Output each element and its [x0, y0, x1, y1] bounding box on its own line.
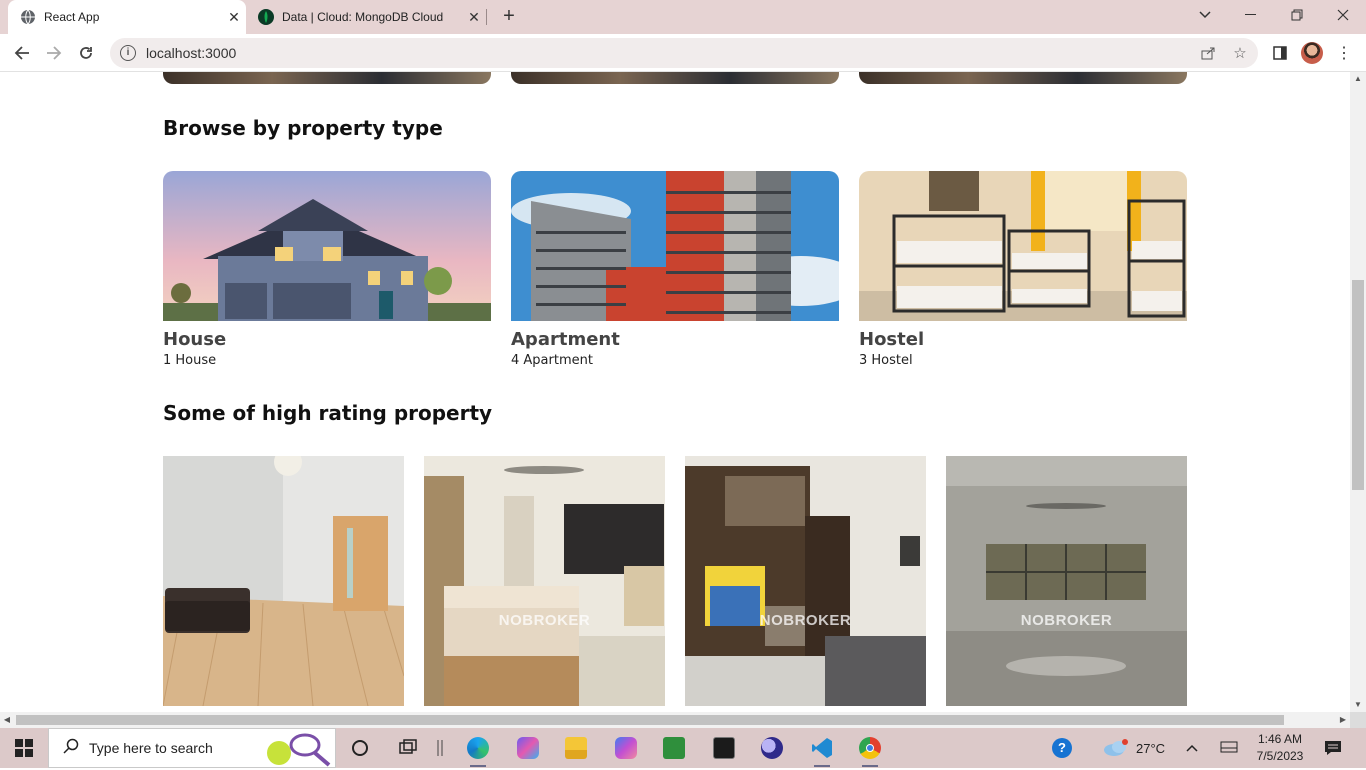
tab-search-icon[interactable] — [1182, 0, 1228, 30]
high-rating-card[interactable]: NOBROKER — [685, 456, 926, 706]
high-rating-card[interactable]: NOBROKER — [424, 456, 665, 706]
share-icon[interactable] — [1196, 38, 1220, 68]
menu-kebab-icon[interactable]: ⋮ — [1330, 39, 1358, 67]
high-rating-card[interactable] — [163, 456, 404, 706]
horizontal-scroll-thumb[interactable] — [16, 715, 1284, 725]
copilot-alt-icon[interactable] — [606, 732, 646, 764]
high-rating-heading: Some of high rating property — [163, 401, 493, 425]
apartment-photo — [511, 171, 839, 321]
property-type-card-apartment[interactable]: Apartment 4 Apartment — [511, 171, 839, 368]
property-type-count: 3 Hostel — [859, 353, 913, 368]
clock-time: 1:46 AM — [1257, 732, 1303, 746]
scroll-right-arrow-icon[interactable]: ▶ — [1336, 712, 1350, 728]
property-type-count: 4 Apartment — [511, 353, 593, 368]
property-type-count: 1 House — [163, 353, 217, 368]
page-content: Browse by property type House 1 House Ap… — [0, 72, 1350, 712]
weather-temperature: 27°C — [1136, 740, 1166, 756]
property-type-card-house[interactable]: House 1 House — [163, 171, 491, 368]
new-tab-button[interactable]: + — [498, 5, 520, 27]
copilot-icon[interactable] — [508, 732, 548, 764]
weather-widget[interactable]: 27°C — [1102, 728, 1165, 768]
tennis-racket-icon — [265, 731, 331, 770]
property-type-card-hostel[interactable]: Hostel 3 Hostel — [859, 171, 1187, 368]
back-button[interactable] — [8, 39, 36, 67]
featured-image-3[interactable] — [859, 72, 1187, 84]
display-icon[interactable] — [1220, 728, 1238, 768]
vscode-icon[interactable] — [802, 732, 842, 767]
horizontal-scrollbar[interactable]: ◀ ▶ — [0, 712, 1350, 728]
scrollbar-corner — [1350, 712, 1366, 728]
profile-avatar[interactable] — [1298, 39, 1326, 67]
clock-date: 7/5/2023 — [1256, 749, 1304, 763]
edge-icon[interactable] — [458, 732, 498, 767]
file-explorer-icon[interactable] — [556, 732, 596, 764]
start-button[interactable] — [0, 728, 48, 768]
tab-title: Data | Cloud: MongoDB Cloud — [282, 10, 444, 24]
tab-strip: React App ✕ Data | Cloud: MongoDB Cloud … — [0, 0, 1366, 34]
chart-app-icon[interactable] — [654, 732, 694, 764]
hostel-photo — [859, 171, 1187, 321]
nobroker-watermark: NOBROKER — [1020, 612, 1113, 629]
reload-button[interactable] — [72, 39, 100, 67]
browser-toolbar: i localhost:3000 ☆ ⋮ — [0, 34, 1366, 72]
windows-logo-icon — [15, 739, 33, 757]
taskbar-search-box[interactable]: Type here to search — [48, 728, 336, 768]
minimize-button[interactable] — [1228, 0, 1274, 30]
scroll-left-arrow-icon[interactable]: ◀ — [0, 712, 14, 728]
url-text[interactable]: localhost:3000 — [146, 45, 236, 61]
close-tab-icon[interactable]: ✕ — [462, 9, 486, 26]
property-type-name: House — [163, 329, 227, 350]
tab-mongodb[interactable]: Data | Cloud: MongoDB Cloud ✕ — [250, 0, 486, 34]
cortana-icon[interactable] — [340, 732, 380, 764]
scroll-down-arrow-icon[interactable]: ▼ — [1350, 698, 1366, 712]
show-hidden-icons-icon[interactable] — [1186, 728, 1198, 768]
tab-title: React App — [44, 10, 100, 24]
help-icon[interactable]: ? — [1052, 728, 1072, 768]
site-info-icon[interactable]: i — [120, 45, 136, 61]
system-clock[interactable]: 1:46 AM 7/5/2023 — [1250, 731, 1310, 765]
side-panel-icon[interactable] — [1266, 39, 1294, 67]
nobroker-watermark: NOBROKER — [759, 612, 852, 629]
bookmark-star-icon[interactable]: ☆ — [1228, 38, 1252, 68]
vertical-scrollbar[interactable]: ▲ ▼ — [1350, 72, 1366, 712]
terminal-icon[interactable] — [704, 732, 744, 764]
close-window-button[interactable] — [1320, 0, 1366, 30]
room-wardrobe-photo — [685, 456, 926, 706]
chrome-icon[interactable] — [850, 732, 890, 767]
scroll-up-arrow-icon[interactable]: ▲ — [1350, 72, 1366, 86]
featured-image-1[interactable] — [163, 72, 491, 84]
windows-taskbar: Type here to search ? 27°C 1:46 AM 7/5/2… — [0, 728, 1366, 768]
vertical-scroll-thumb[interactable] — [1352, 280, 1364, 490]
notification-icon[interactable] — [1324, 728, 1342, 768]
restore-button[interactable] — [1274, 0, 1320, 30]
living-room-photo — [163, 456, 404, 706]
close-tab-icon[interactable]: ✕ — [222, 9, 246, 26]
mongodb-leaf-icon — [258, 9, 274, 25]
globe-icon — [20, 9, 36, 25]
house-photo — [163, 171, 491, 321]
search-icon — [63, 738, 79, 759]
empty-hall-photo — [946, 456, 1187, 706]
property-type-heading: Browse by property type — [163, 116, 443, 140]
tab-react-app[interactable]: React App ✕ — [8, 0, 246, 34]
nobroker-watermark: NOBROKER — [498, 612, 591, 629]
moon-app-icon[interactable] — [752, 732, 792, 764]
taskbar-separator-icon — [420, 732, 460, 764]
forward-button[interactable] — [40, 39, 68, 67]
bedroom-photo — [424, 456, 665, 706]
property-type-name: Hostel — [859, 329, 925, 350]
tab-separator — [486, 9, 487, 25]
search-placeholder: Type here to search — [89, 740, 213, 756]
featured-image-2[interactable] — [511, 72, 839, 84]
cloud-icon — [1104, 739, 1128, 756]
high-rating-card[interactable]: NOBROKER — [946, 456, 1187, 706]
property-type-name: Apartment — [511, 329, 620, 350]
address-bar[interactable]: i localhost:3000 ☆ — [110, 38, 1258, 68]
